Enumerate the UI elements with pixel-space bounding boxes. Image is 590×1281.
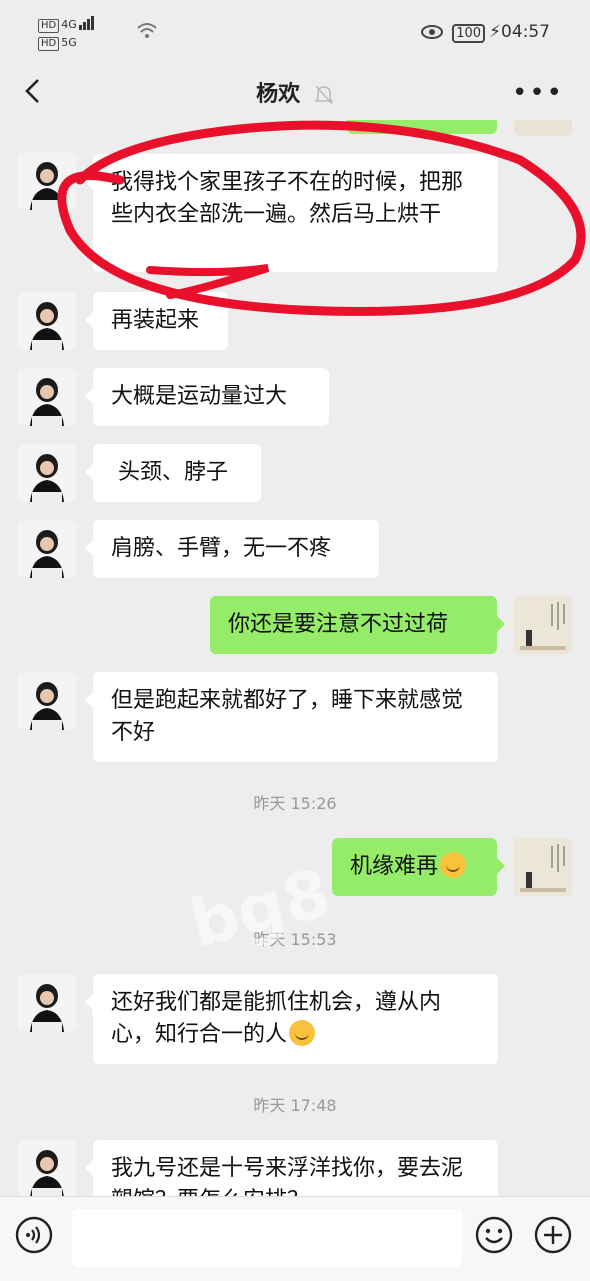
avatar[interactable]	[18, 974, 76, 1032]
status-right: 100 ⚡04:57	[420, 22, 550, 43]
message-bubble[interactable]: 你还是要注意不过过荷	[210, 596, 505, 654]
message-text: 肩膀、手臂，无一不疼	[111, 536, 332, 561]
hd-badge-1: HD	[38, 19, 60, 33]
plus-icon[interactable]	[533, 1215, 573, 1255]
message-text: 大概是运动量过大	[111, 384, 288, 409]
network-type-1: 4G	[61, 18, 77, 31]
bell-muted-icon	[313, 85, 334, 105]
message-bubble[interactable]: 机缘难再	[332, 838, 505, 896]
contact-name: 杨欢	[256, 82, 301, 107]
smile-emoji	[289, 1020, 316, 1046]
more-dots-icon[interactable]: •••	[512, 78, 564, 108]
battery-level: 100	[452, 24, 486, 43]
laugh-cry-emoji	[440, 852, 467, 878]
timestamp: 昨天 17:48	[253, 1096, 337, 1115]
message-bubble[interactable]: 头颈、脖子	[85, 444, 261, 502]
wifi-icon	[137, 23, 157, 38]
message-text: 但是跑起来就都好了，睡下来就感觉不好	[111, 688, 464, 745]
annotation-circle	[57, 120, 586, 316]
avatar[interactable]	[18, 1140, 76, 1196]
my-avatar[interactable]	[514, 596, 572, 654]
chat-title: 杨欢	[0, 76, 590, 108]
emoji-icon[interactable]	[474, 1215, 514, 1255]
message-text: 我九号还是十号来浮洋找你，要去泥塑馆？要怎么安排？	[111, 1156, 464, 1196]
signal-indicators: HD 4G HD 5G	[38, 16, 95, 51]
avatar[interactable]	[18, 444, 76, 502]
message-bubble[interactable]: 但是跑起来就都好了，睡下来就感觉不好	[85, 672, 498, 762]
message-bubble[interactable]: 大概是运动量过大	[85, 368, 329, 426]
message-text: 你还是要注意不过过荷	[228, 612, 449, 637]
clock: 04:57	[501, 22, 550, 42]
message-list[interactable]: 我得找个家里孩子不在的时候，把那些内衣全部洗一遍。然后马上烘干 再装起来 大概是…	[0, 120, 590, 1196]
timestamp: 昨天 15:26	[253, 794, 337, 813]
chat-header: 杨欢 •••	[0, 64, 590, 120]
message-bubble[interactable]: 还好我们都是能抓住机会，遵从内心，知行合一的人	[85, 974, 498, 1064]
charging-icon: ⚡	[489, 22, 501, 42]
signal-strength-icon	[78, 16, 95, 33]
hd-badge-2: HD	[38, 37, 60, 51]
message-input[interactable]	[72, 1209, 462, 1267]
status-bar: HD 4G HD 5G 100 ⚡04:57	[0, 0, 590, 64]
message-text: 机缘难再	[350, 854, 439, 879]
network-type-2: 5G	[61, 36, 77, 49]
voice-icon[interactable]	[14, 1215, 54, 1255]
message-bubble[interactable]: 肩膀、手臂，无一不疼	[85, 520, 379, 578]
message-text: 还好我们都是能抓住机会，遵从内心，知行合一的人	[111, 990, 442, 1047]
avatar[interactable]	[18, 368, 76, 426]
message-bubble[interactable]: 我九号还是十号来浮洋找你，要去泥塑馆？要怎么安排？	[85, 1140, 498, 1196]
input-bar	[0, 1196, 590, 1281]
timestamp: 昨天 15:53	[253, 930, 337, 949]
eye-icon	[420, 25, 443, 39]
my-avatar[interactable]	[514, 838, 572, 896]
avatar[interactable]	[18, 672, 76, 730]
avatar[interactable]	[18, 520, 76, 578]
message-text: 头颈、脖子	[111, 460, 228, 485]
